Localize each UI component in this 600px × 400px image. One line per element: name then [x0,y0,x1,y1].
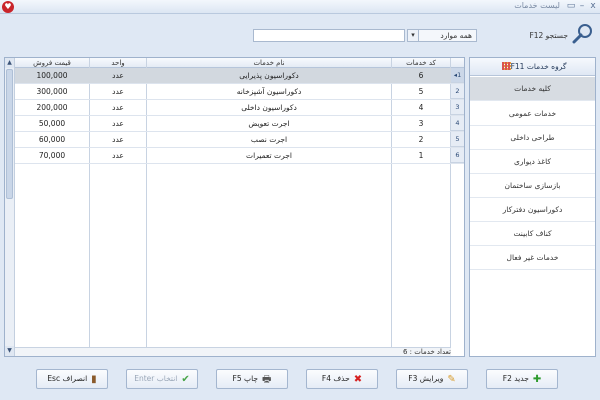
cancel-button-label: انصراف Esc [47,374,88,383]
scroll-down-icon[interactable]: ▼ [5,346,14,356]
cell-unit: عدد [112,87,124,96]
scroll-thumb[interactable] [6,69,13,199]
new-button[interactable]: ✚جدید F2 [486,369,558,389]
edit-button-label: ویرایش F3 [408,374,444,383]
cell-name: اجرت نصب [250,135,288,144]
group-item-interior-design[interactable]: طراحی داخلی [470,126,595,150]
header-rownum [451,58,464,68]
select-button-label: انتخاب Enter [134,374,178,383]
cell-name: دکوراسیون آشپزخانه [236,87,302,96]
app-icon: ♥ [2,1,14,13]
cell-name: دکوراسیون داخلی [241,103,297,112]
header-code[interactable]: کد خدمات [392,58,450,68]
cell-code: 4 [418,103,424,112]
cell-unit: عدد [112,135,124,144]
header-price[interactable]: قیمت فروش [15,58,89,68]
cell-unit: عدد [112,71,124,80]
row-number[interactable]: 5 [451,132,464,147]
row-number-value: 1 [457,71,462,79]
header-name[interactable]: نام خدمات [147,58,391,68]
plus-icon: ✚ [532,374,542,385]
row-number[interactable]: 6 [451,148,464,163]
delete-button[interactable]: ✖حذف F4 [306,369,378,389]
window-title: لیست خدمات [514,1,560,10]
vertical-scrollbar[interactable]: ▲ ▼ [5,58,15,356]
cell-code: 2 [418,135,424,144]
cell-name: اجرت تعمیرات [246,151,292,160]
select-button[interactable]: ✔انتخاب Enter [126,369,198,389]
service-groups-panel: گروه خدمات F11 کلیه خدمات خدمات عمومی طر… [469,57,596,357]
exit-door-icon: ▮ [91,374,97,385]
cell-name: دکوراسیون پذیرایی [239,71,299,80]
cell-unit: عدد [112,119,124,128]
check-icon: ✔ [181,374,190,385]
group-item-renovation[interactable]: بازسازی ساختمان [470,174,595,198]
cell-code: 5 [418,87,424,96]
cell-price: 70,000 [38,151,66,160]
print-button-label: چاپ F5 [232,374,258,383]
cell-price: 300,000 [36,87,68,96]
maximize-button[interactable]: ▭ [566,0,576,13]
edit-button[interactable]: ✎ویرایش F3 [396,369,468,389]
row-divider [15,163,464,164]
cancel-button[interactable]: ▮انصراف Esc [36,369,108,389]
row-number[interactable]: 4 [451,116,464,131]
search-label: جستجو F12 [529,31,568,40]
close-button[interactable]: x [588,0,598,13]
group-item-general[interactable]: خدمات عمومی [470,102,595,126]
filter-select[interactable]: ▾ همه موارد [407,29,477,42]
print-button[interactable]: 🖶 چاپ F5 [216,369,288,389]
groups-header[interactable]: گروه خدمات F11 [470,58,595,76]
filter-selected-value: همه موارد [440,31,472,40]
cell-unit: عدد [112,151,124,160]
pencil-icon: ✎ [447,374,456,385]
cell-code: 1 [418,151,424,160]
cell-code: 6 [418,71,424,80]
search-row: ▾ همه موارد جستجو F12 [0,14,600,50]
cell-price: 50,000 [38,119,66,128]
row-number[interactable]: 3 [451,100,464,115]
group-item-inactive[interactable]: خدمات غیر فعال [470,246,595,270]
services-count: تعداد خدمات : 6 [402,348,451,356]
group-item-cabinet[interactable]: کناف کابینت [470,222,595,246]
cell-price: 200,000 [36,103,68,112]
cell-unit: عدد [112,103,124,112]
group-item-all[interactable]: کلیه خدمات [470,77,595,101]
cell-name: اجرت تعویض [248,119,290,128]
cell-price: 60,000 [38,135,66,144]
group-item-wallpaper[interactable]: کاغذ دیواری [470,150,595,174]
chevron-down-icon[interactable]: ▾ [408,30,419,41]
title-bar: ♥ لیست خدمات ▭ – x [0,0,600,14]
header-unit[interactable]: واحد [90,58,146,68]
delete-button-label: حذف F4 [321,374,350,383]
row-number[interactable]: 2 [451,84,464,99]
group-item-office-decor[interactable]: دکوراسیون دفترکار [470,198,595,222]
cell-price: 100,000 [36,71,68,80]
delete-x-icon: ✖ [353,374,363,385]
new-button-label: جدید F2 [502,374,529,383]
grid-icon [501,62,511,70]
groups-title: گروه خدمات F11 [510,62,567,71]
minimize-button[interactable]: – [577,0,587,13]
search-input[interactable] [253,29,405,42]
services-table: ▲ ▼ قیمت فروش واحد نام خدمات کد خدمات 10… [4,57,465,357]
printer-icon: 🖶 [262,374,272,385]
row-number[interactable]: ◂1 [451,68,464,83]
scroll-up-icon[interactable]: ▲ [5,58,14,68]
search-icon[interactable] [572,23,594,45]
grid-footer-bar [15,347,451,356]
cell-code: 3 [418,119,424,128]
